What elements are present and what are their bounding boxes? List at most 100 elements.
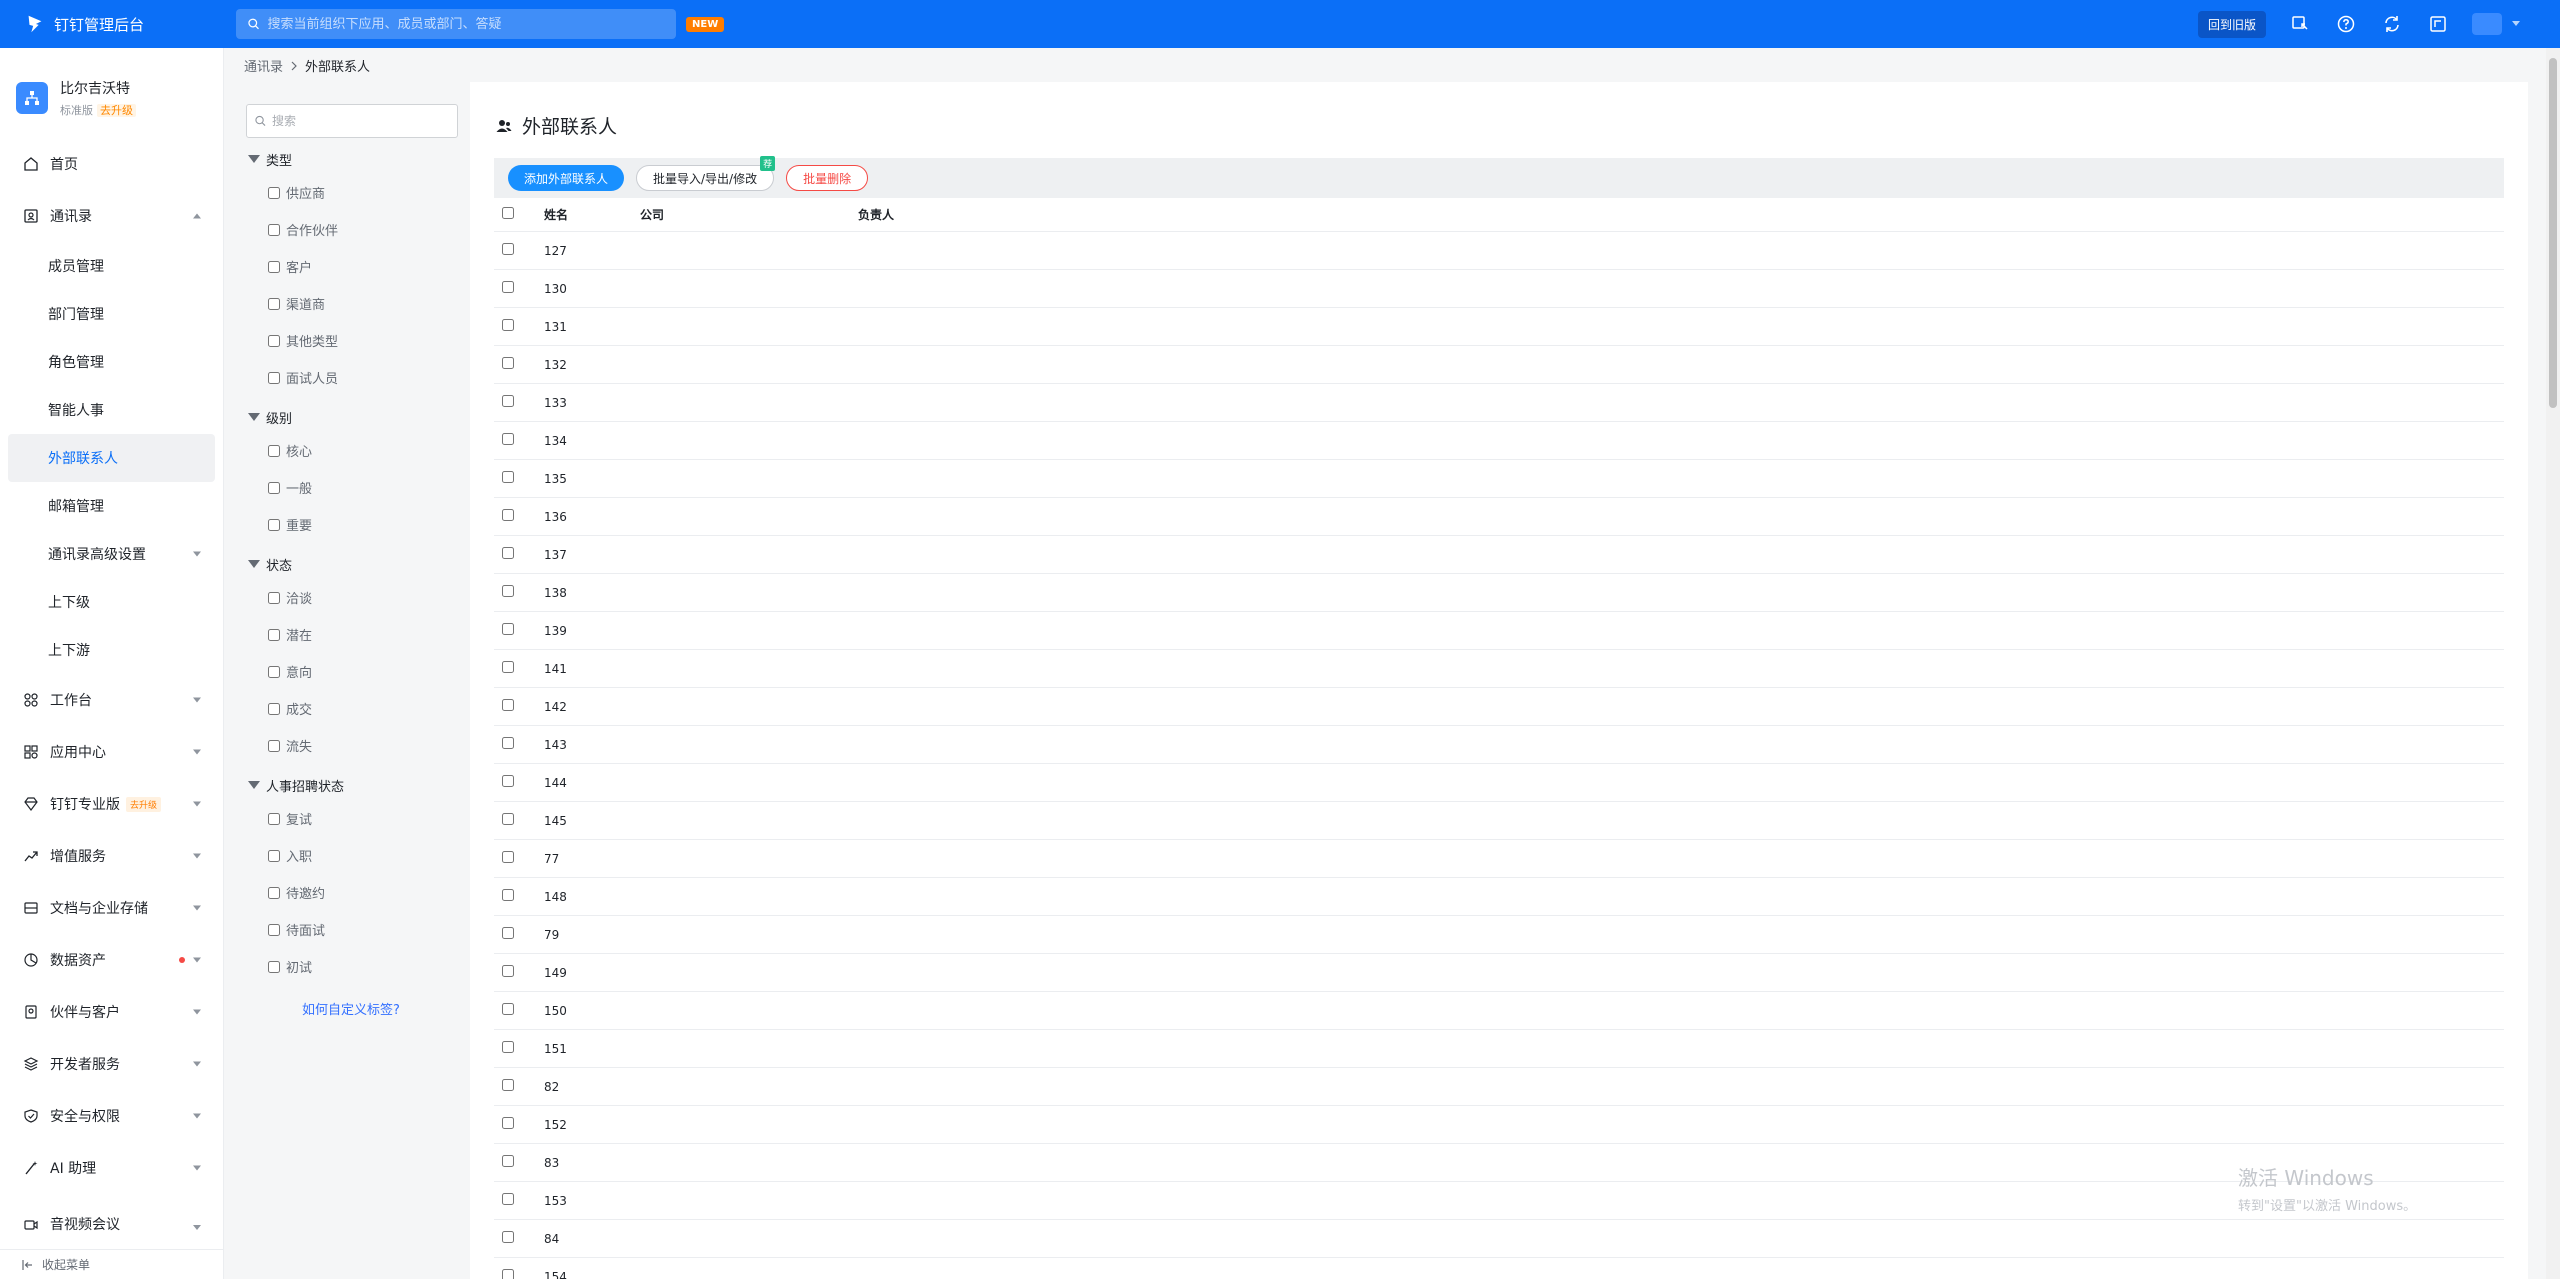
filter-option[interactable]: 供应商 (234, 174, 468, 211)
row-checkbox[interactable] (502, 851, 514, 863)
table-row[interactable]: 84 (494, 1220, 2504, 1258)
back-to-old-version-button[interactable]: 回到旧版 (2197, 10, 2266, 38)
nav-item-partners[interactable]: 伙伴与客户 (0, 986, 223, 1038)
row-checkbox[interactable] (502, 585, 514, 597)
filter-checkbox[interactable] (268, 886, 280, 899)
row-checkbox[interactable] (502, 509, 514, 521)
column-company[interactable]: 公司 (640, 206, 858, 223)
filter-option[interactable]: 初试 (234, 948, 468, 985)
nav-item-security[interactable]: 安全与权限 (0, 1090, 223, 1142)
row-checkbox[interactable] (502, 433, 514, 445)
filter-checkbox[interactable] (268, 702, 280, 715)
nav-item-advanced-settings[interactable]: 通讯录高级设置 (0, 530, 223, 578)
filter-checkbox[interactable] (268, 481, 280, 494)
row-checkbox[interactable] (502, 1269, 514, 1279)
row-checkbox[interactable] (502, 319, 514, 331)
breadcrumb-root[interactable]: 通讯录 (244, 56, 283, 75)
select-all-checkbox[interactable] (502, 207, 514, 219)
filter-option[interactable]: 待面试 (234, 911, 468, 948)
add-external-contact-button[interactable]: 添加外部联系人 (508, 165, 625, 191)
page-scrollbar[interactable] (2546, 48, 2560, 1279)
filter-checkbox[interactable] (268, 923, 280, 936)
filter-option[interactable]: 渠道商 (234, 285, 468, 322)
filter-checkbox[interactable] (268, 444, 280, 457)
nav-item-contacts[interactable]: 通讯录 (0, 190, 223, 242)
nav-item-value-added[interactable]: 增值服务 (0, 830, 223, 882)
table-row[interactable]: 134 (494, 422, 2504, 460)
row-checkbox[interactable] (502, 471, 514, 483)
filter-checkbox[interactable] (268, 297, 280, 310)
table-row[interactable]: 77 (494, 840, 2504, 878)
row-checkbox[interactable] (502, 1003, 514, 1015)
nav-item-ai[interactable]: AI 助理 (0, 1142, 223, 1194)
row-checkbox[interactable] (502, 395, 514, 407)
row-checkbox[interactable] (502, 737, 514, 749)
filter-option[interactable]: 待邀约 (234, 874, 468, 911)
user-menu[interactable] (2472, 13, 2520, 35)
filter-group-title[interactable]: 人事招聘状态 (234, 770, 468, 800)
filter-option[interactable]: 其他类型 (234, 322, 468, 359)
filter-checkbox[interactable] (268, 260, 280, 273)
filter-checkbox[interactable] (268, 849, 280, 862)
filter-option[interactable]: 一般 (234, 469, 468, 506)
brand[interactable]: 钉钉管理后台 (24, 13, 236, 35)
filter-option[interactable]: 核心 (234, 432, 468, 469)
nav-item-upstream[interactable]: 上下游 (0, 626, 223, 674)
table-row[interactable]: 150 (494, 992, 2504, 1030)
filter-checkbox[interactable] (268, 812, 280, 825)
batch-delete-button[interactable]: 批量删除 (786, 165, 869, 191)
filter-checkbox[interactable] (268, 223, 280, 236)
table-row[interactable]: 154 (494, 1258, 2504, 1279)
filter-option[interactable]: 复试 (234, 800, 468, 837)
filter-group-title[interactable]: 状态 (234, 549, 468, 579)
nav-item-av-meeting[interactable]: 音视频会议 (0, 1194, 223, 1234)
nav-item-members[interactable]: 成员管理 (0, 242, 223, 290)
table-row[interactable]: 151 (494, 1030, 2504, 1068)
row-checkbox[interactable] (502, 623, 514, 635)
refresh-icon[interactable] (2380, 12, 2404, 36)
table-row[interactable]: 153 (494, 1182, 2504, 1220)
filter-option[interactable]: 面试人员 (234, 359, 468, 396)
nav-item-data-assets[interactable]: 数据资产 (0, 934, 223, 986)
filter-option[interactable]: 重要 (234, 506, 468, 543)
table-row[interactable]: 145 (494, 802, 2504, 840)
filter-checkbox[interactable] (268, 186, 280, 199)
nav-item-smart-hr[interactable]: 智能人事 (0, 386, 223, 434)
fullscreen-icon[interactable] (2426, 12, 2450, 36)
global-search-input[interactable] (267, 16, 664, 32)
row-checkbox[interactable] (502, 1117, 514, 1129)
global-search[interactable] (236, 9, 676, 39)
filter-checkbox[interactable] (268, 665, 280, 678)
filter-checkbox[interactable] (268, 628, 280, 641)
table-row[interactable]: 141 (494, 650, 2504, 688)
table-row[interactable]: 132 (494, 346, 2504, 384)
batch-import-export-button[interactable]: 批量导入/导出/修改 荐 (636, 156, 776, 191)
filter-option[interactable]: 客户 (234, 248, 468, 285)
nav-item-pro[interactable]: 钉钉专业版 去升级 (0, 778, 223, 830)
filter-checkbox[interactable] (268, 739, 280, 752)
row-checkbox[interactable] (502, 1041, 514, 1053)
filter-checkbox[interactable] (268, 371, 280, 384)
table-row[interactable]: 136 (494, 498, 2504, 536)
nav-item-home[interactable]: 首页 (0, 138, 223, 190)
table-row[interactable]: 135 (494, 460, 2504, 498)
row-checkbox[interactable] (502, 775, 514, 787)
row-checkbox[interactable] (502, 357, 514, 369)
nav-item-app-center[interactable]: 应用中心 (0, 726, 223, 778)
filter-group-title[interactable]: 级别 (234, 402, 468, 432)
row-checkbox[interactable] (502, 965, 514, 977)
table-row[interactable]: 144 (494, 764, 2504, 802)
row-checkbox[interactable] (502, 243, 514, 255)
table-row[interactable]: 131 (494, 308, 2504, 346)
row-checkbox[interactable] (502, 1193, 514, 1205)
row-checkbox[interactable] (502, 1079, 514, 1091)
org-switcher[interactable]: 比尔吉沃特 标准版 去升级 (0, 48, 223, 128)
filter-option[interactable]: 意向 (234, 653, 468, 690)
filter-option[interactable]: 入职 (234, 837, 468, 874)
table-row[interactable]: 82 (494, 1068, 2504, 1106)
row-checkbox[interactable] (502, 699, 514, 711)
filter-group-title[interactable]: 类型 (234, 144, 468, 174)
nav-item-departments[interactable]: 部门管理 (0, 290, 223, 338)
row-checkbox[interactable] (502, 281, 514, 293)
row-checkbox[interactable] (502, 661, 514, 673)
